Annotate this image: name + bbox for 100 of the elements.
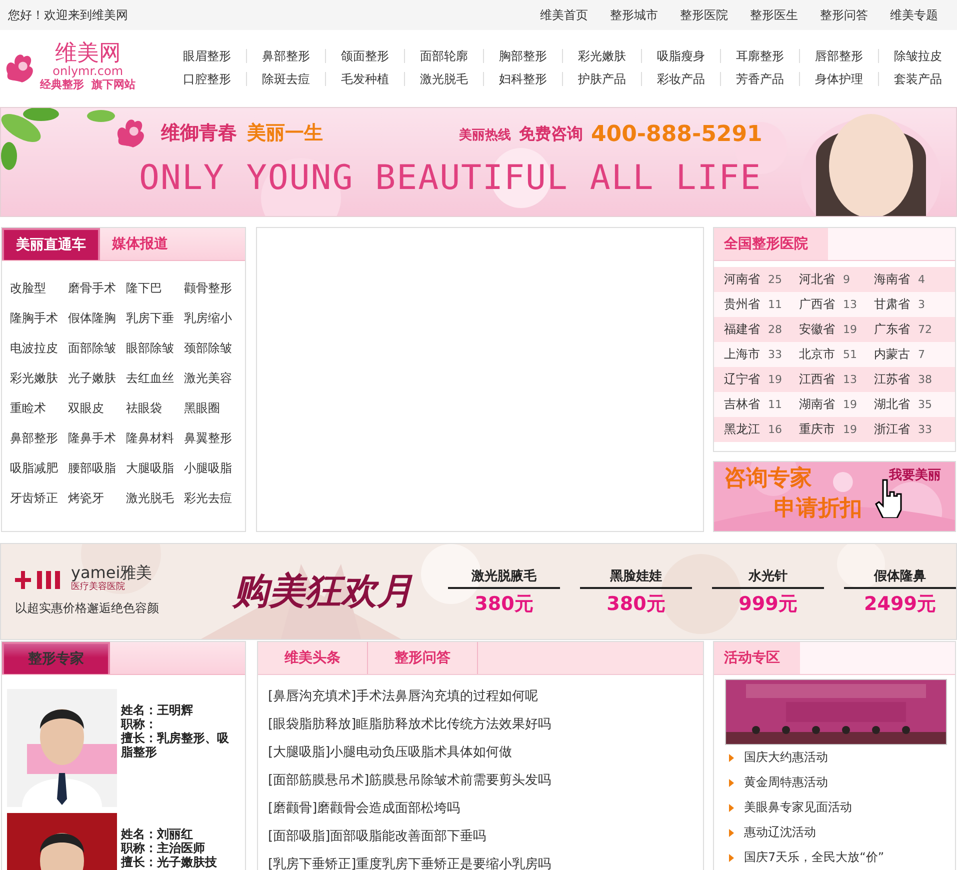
region-link[interactable]: 广东省 bbox=[874, 321, 910, 338]
topic-link[interactable]: 光子嫩肤 bbox=[68, 363, 126, 393]
topic-link[interactable]: 鼻部整形 bbox=[10, 423, 68, 453]
region-link[interactable]: 广西省 bbox=[799, 296, 835, 313]
topic-link[interactable]: 重睑术 bbox=[10, 393, 68, 423]
panel-tab[interactable]: 美丽直通车 bbox=[2, 228, 100, 260]
offer-price: 380元 bbox=[474, 592, 534, 616]
topic-link[interactable]: 大腿吸脂 bbox=[126, 453, 184, 483]
top-link[interactable]: 整形城市 bbox=[599, 6, 669, 24]
region-link[interactable]: 河南省 bbox=[724, 271, 760, 288]
top-link[interactable]: 维美专题 bbox=[879, 6, 949, 24]
nav-link[interactable]: 激光脱毛 bbox=[404, 72, 483, 86]
topic-link[interactable]: 烤瓷牙 bbox=[68, 483, 126, 513]
top-link[interactable]: 整形问答 bbox=[809, 6, 879, 24]
event-link[interactable]: 国庆7天乐，全民大放“价” bbox=[744, 845, 884, 870]
nav-link[interactable]: 除皱拉皮 bbox=[878, 49, 957, 63]
topic-link[interactable]: 吸脂减肥 bbox=[10, 453, 68, 483]
topic-link[interactable]: 磨骨手术 bbox=[68, 273, 126, 303]
region-link[interactable]: 湖南省 bbox=[799, 396, 835, 413]
region-link[interactable]: 上海市 bbox=[724, 346, 760, 363]
topic-link[interactable]: 假体隆胸 bbox=[68, 303, 126, 333]
nav-link[interactable]: 除斑去痘 bbox=[246, 72, 325, 86]
topic-link[interactable]: 改脸型 bbox=[10, 273, 68, 303]
region-link[interactable]: 江苏省 bbox=[874, 371, 910, 388]
topic-link[interactable]: 隆鼻材料 bbox=[126, 423, 184, 453]
topic-link[interactable]: 鼻翼整形 bbox=[184, 423, 242, 453]
hospital-count: 51 bbox=[843, 348, 857, 361]
nav-link[interactable]: 鼻部整形 bbox=[246, 49, 325, 63]
region-link[interactable]: 北京市 bbox=[799, 346, 835, 363]
top-link[interactable]: 整形医生 bbox=[739, 6, 809, 24]
nav-link[interactable]: 妇科整形 bbox=[483, 72, 562, 86]
nav-link[interactable]: 芳香产品 bbox=[720, 72, 799, 86]
nav-link[interactable]: 吸脂瘦身 bbox=[641, 49, 720, 63]
region-link[interactable]: 安徽省 bbox=[799, 321, 835, 338]
news-link[interactable]: [面部吸脂]面部吸脂能改善面部下垂吗 bbox=[268, 823, 703, 851]
topic-link[interactable]: 颈部除皱 bbox=[184, 333, 242, 363]
hospital-count: 72 bbox=[918, 323, 932, 336]
topic-link[interactable]: 激光美容 bbox=[184, 363, 242, 393]
region-link[interactable]: 贵州省 bbox=[724, 296, 760, 313]
topic-link[interactable]: 双眼皮 bbox=[68, 393, 126, 423]
topic-link[interactable]: 隆胸手术 bbox=[10, 303, 68, 333]
nav-link[interactable]: 耳廓整形 bbox=[720, 49, 799, 63]
event-link[interactable]: 国庆大约惠活动 bbox=[744, 745, 828, 770]
region-link[interactable]: 江西省 bbox=[799, 371, 835, 388]
expert-info: 职称： bbox=[121, 717, 158, 731]
bullet-icon bbox=[729, 804, 734, 812]
topic-link[interactable]: 眼部除皱 bbox=[126, 333, 184, 363]
topic-link[interactable]: 面部除皱 bbox=[68, 333, 126, 363]
event-link[interactable]: 美眼鼻专家见面活动 bbox=[744, 795, 852, 820]
promo-text: 咨询专家 bbox=[724, 464, 812, 493]
region-link[interactable]: 海南省 bbox=[874, 271, 910, 288]
topic-link[interactable]: 牙齿矫正 bbox=[10, 483, 68, 513]
event-link[interactable]: 惠动辽沈活动 bbox=[744, 820, 816, 845]
nav-link[interactable]: 毛发种植 bbox=[325, 72, 404, 86]
nav-link[interactable]: 护肤产品 bbox=[562, 72, 641, 86]
topic-link[interactable]: 彩光嫩肤 bbox=[10, 363, 68, 393]
topic-link[interactable]: 乳房缩小 bbox=[184, 303, 242, 333]
nav-link[interactable]: 彩妆产品 bbox=[641, 72, 720, 86]
topic-link[interactable]: 小腿吸脂 bbox=[184, 453, 242, 483]
region-link[interactable]: 湖北省 bbox=[874, 396, 910, 413]
topic-link[interactable]: 彩光去痘 bbox=[184, 483, 242, 513]
news-link[interactable]: [面部筋膜悬吊术]筋膜悬吊除皱术前需要剪头发吗 bbox=[268, 767, 703, 795]
region-link[interactable]: 黑龙江 bbox=[724, 421, 760, 438]
promo-button[interactable]: 我要美丽 bbox=[889, 466, 941, 484]
nav-link[interactable]: 颌面整形 bbox=[325, 49, 404, 63]
region-link[interactable]: 辽宁省 bbox=[724, 371, 760, 388]
nav-link[interactable]: 身体护理 bbox=[799, 72, 878, 86]
topic-link[interactable]: 腰部吸脂 bbox=[68, 453, 126, 483]
nav-link[interactable]: 彩光嫩肤 bbox=[562, 49, 641, 63]
region-link[interactable]: 内蒙古 bbox=[874, 346, 910, 363]
topic-link[interactable]: 隆鼻手术 bbox=[68, 423, 126, 453]
region-link[interactable]: 重庆市 bbox=[799, 421, 835, 438]
topic-link[interactable]: 乳房下垂 bbox=[126, 303, 184, 333]
topic-link[interactable]: 颧骨整形 bbox=[184, 273, 242, 303]
top-link[interactable]: 维美首页 bbox=[529, 6, 599, 24]
region-link[interactable]: 福建省 bbox=[724, 321, 760, 338]
region-link[interactable]: 河北省 bbox=[799, 271, 835, 288]
news-link[interactable]: [眼袋脂肪释放]眶脂肪释放术比传统方法效果好吗 bbox=[268, 711, 703, 739]
topic-link[interactable]: 祛眼袋 bbox=[126, 393, 184, 423]
nav-link[interactable]: 面部轮廓 bbox=[404, 49, 483, 63]
region-link[interactable]: 浙江省 bbox=[874, 421, 910, 438]
region-link[interactable]: 甘肃省 bbox=[874, 296, 910, 313]
topic-link[interactable]: 激光脱毛 bbox=[126, 483, 184, 513]
nav-link[interactable]: 口腔整形 bbox=[168, 72, 246, 86]
nav-link[interactable]: 眼眉整形 bbox=[168, 49, 246, 63]
welcome-text: 您好！欢迎来到维美网 bbox=[8, 6, 128, 24]
topic-link[interactable]: 隆下巴 bbox=[126, 273, 184, 303]
topic-link[interactable]: 电波拉皮 bbox=[10, 333, 68, 363]
region-link[interactable]: 吉林省 bbox=[724, 396, 760, 413]
news-link[interactable]: [乳房下垂矫正]重度乳房下垂矫正是要缩小乳房吗 bbox=[268, 851, 703, 870]
nav-link[interactable]: 唇部整形 bbox=[799, 49, 878, 63]
event-link[interactable]: 黄金周特惠活动 bbox=[744, 770, 828, 795]
nav-link[interactable]: 套装产品 bbox=[878, 72, 957, 86]
news-link[interactable]: [磨颧骨]磨颧骨会造成面部松垮吗 bbox=[268, 795, 703, 823]
news-link[interactable]: [大腿吸脂]小腿电动负压吸脂术具体如何做 bbox=[268, 739, 703, 767]
nav-link[interactable]: 胸部整形 bbox=[483, 49, 562, 63]
top-link[interactable]: 整形医院 bbox=[669, 6, 739, 24]
news-link[interactable]: [鼻唇沟充填术]手术法鼻唇沟充填的过程如何呢 bbox=[268, 683, 703, 711]
topic-link[interactable]: 黑眼圈 bbox=[184, 393, 242, 423]
topic-link[interactable]: 去红血丝 bbox=[126, 363, 184, 393]
